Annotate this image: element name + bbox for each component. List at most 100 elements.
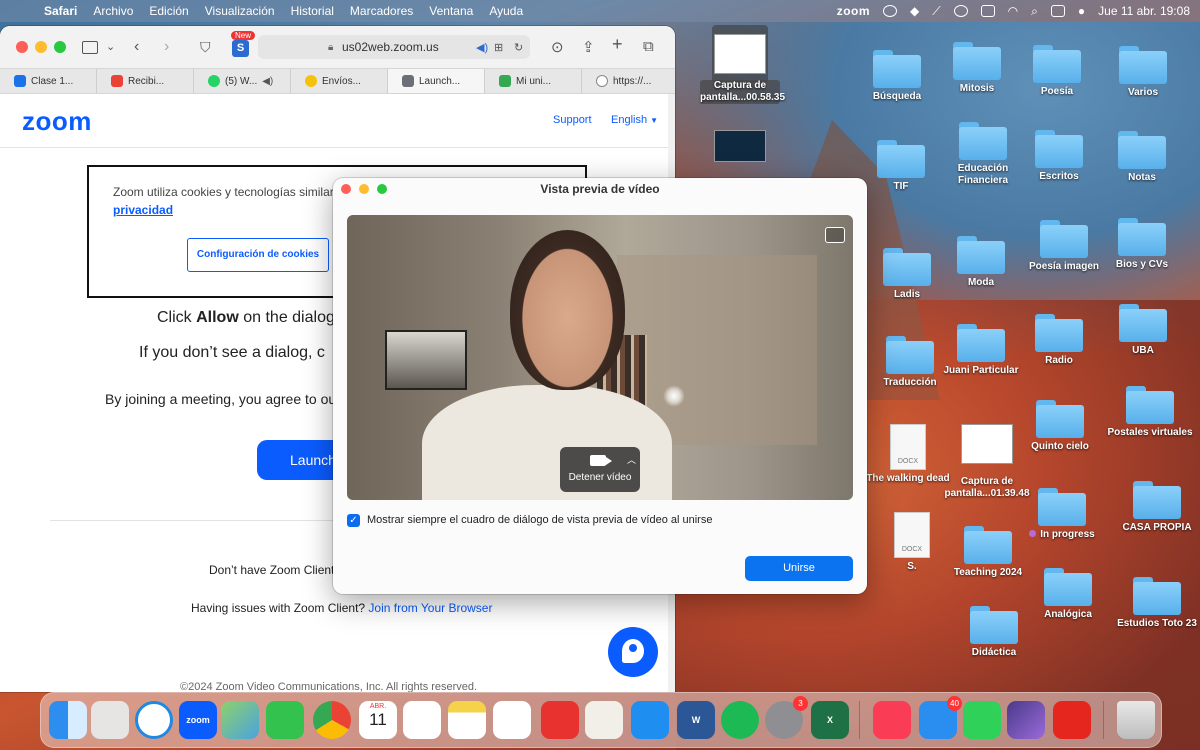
download-icon[interactable]: ⊙	[551, 38, 564, 56]
zoom-menubar-item[interactable]: zoom	[837, 4, 870, 18]
chat-support-button[interactable]	[608, 627, 658, 677]
chrome-icon[interactable]	[313, 701, 351, 739]
address-bar[interactable]: 🔒︎ us02web.zoom.us ◀︎) ⊞ ↻	[258, 35, 530, 59]
share-icon[interactable]: ⇪	[582, 38, 595, 56]
folder-notas[interactable]: Notas	[1087, 131, 1197, 184]
trash-icon[interactable]	[1117, 701, 1155, 739]
issues-text: Having issues with Zoom Client? Join fro…	[191, 601, 493, 615]
folder-varios[interactable]: Varios	[1088, 46, 1198, 99]
extension-s-icon[interactable]: S	[232, 40, 249, 57]
control-center-icon[interactable]	[1050, 5, 1065, 17]
mute-icon[interactable]: ⟋	[932, 4, 940, 19]
folder-bios-cvs[interactable]: Bios y CVs	[1087, 218, 1197, 271]
menu-edicion[interactable]: Edición	[141, 4, 196, 18]
support-link[interactable]: Support	[553, 114, 592, 126]
docx-file-icon: DOCX	[894, 512, 930, 558]
folder-postales-virtuales[interactable]: Postales virtuales	[1095, 386, 1200, 439]
siri-icon[interactable]: ●	[1078, 4, 1085, 18]
folder-didactica[interactable]: Didáctica	[939, 606, 1049, 659]
reminders-icon[interactable]	[403, 701, 441, 739]
finder-icon[interactable]	[49, 701, 87, 739]
zoom-app-icon[interactable]: zoom	[179, 701, 217, 739]
virtual-background-icon[interactable]	[825, 227, 845, 243]
zoom-logo[interactable]: zoom	[22, 106, 92, 137]
search-icon[interactable]: ⌕	[1031, 4, 1038, 19]
freeform-icon[interactable]	[493, 701, 531, 739]
caret-down-icon: ▼	[650, 116, 659, 125]
audio-playing-icon[interactable]: ◀︎)	[476, 41, 488, 54]
menu-ventana[interactable]: Ventana	[421, 4, 481, 18]
menu-historial[interactable]: Historial	[283, 4, 342, 18]
drive-favicon-icon	[499, 75, 511, 87]
facetime-icon[interactable]	[266, 701, 304, 739]
tab-overview-icon[interactable]: ⧉	[643, 38, 654, 55]
excel-icon[interactable]: X	[811, 701, 849, 739]
tab-mi-unidad[interactable]: Mi uni...	[485, 69, 582, 93]
chevron-up-icon[interactable]: ︿	[627, 453, 636, 466]
tab-launch[interactable]: Launch...	[388, 69, 485, 93]
video-camera-icon	[590, 455, 612, 466]
privacy-link[interactable]: privacidad	[113, 203, 173, 217]
chevron-down-icon[interactable]: ⌄	[106, 40, 115, 53]
join-button[interactable]: Unirse	[745, 556, 853, 581]
photo-booth-icon[interactable]	[541, 701, 579, 739]
shortcut-app-icon[interactable]	[1007, 701, 1045, 739]
desktop-screenshot-dark[interactable]	[685, 130, 795, 162]
minimize-window-button[interactable]	[35, 41, 47, 53]
folder-icon	[953, 42, 1001, 80]
camera-person-head	[510, 230, 625, 390]
safari-compass-icon[interactable]	[135, 701, 173, 739]
cookie-settings-button[interactable]: Configuración de cookies	[187, 238, 329, 272]
folder-estudios-toto-23[interactable]: Estudios Toto 23	[1102, 577, 1200, 630]
calendar-icon[interactable]: ABR. 11	[359, 701, 397, 739]
pages-icon[interactable]	[585, 701, 623, 739]
join-from-browser-link[interactable]: Join from Your Browser	[368, 601, 492, 615]
messages-icon[interactable]	[963, 701, 1001, 739]
shield-icon[interactable]: ⛉	[200, 39, 211, 56]
spotify-icon[interactable]	[721, 701, 759, 739]
close-window-button[interactable]	[16, 41, 28, 53]
launchpad-icon[interactable]	[91, 701, 129, 739]
system-settings-icon[interactable]: 3	[765, 696, 808, 739]
forward-arrow-icon[interactable]: ›	[164, 38, 169, 56]
speaker-icon[interactable]: ◀︎)	[262, 76, 273, 87]
desktop-screenshot-1[interactable]: Captura de pantalla...00.58.35	[685, 34, 795, 104]
menubar-clock[interactable]: Jue 11 abr. 19:08	[1098, 4, 1190, 18]
record-status-icon[interactable]	[883, 5, 898, 17]
tab-https[interactable]: https://...	[582, 69, 675, 93]
wifi-icon[interactable]: ◠	[1008, 4, 1018, 18]
music-icon[interactable]	[873, 701, 911, 739]
sidebar-toggle-icon[interactable]	[82, 41, 98, 54]
battery-icon[interactable]	[980, 5, 995, 17]
tab-whatsapp[interactable]: (5) W... ◀︎)	[194, 69, 291, 93]
play-icon[interactable]	[953, 5, 968, 17]
menu-visualizacion[interactable]: Visualización	[197, 4, 283, 18]
fullscreen-window-button[interactable]	[54, 41, 66, 53]
language-selector[interactable]: English ▼	[611, 114, 658, 126]
tab-envios[interactable]: Envíos...	[291, 69, 388, 93]
notes-icon[interactable]	[448, 701, 486, 739]
translate-icon[interactable]: ⊞	[494, 41, 503, 54]
word-icon[interactable]: W	[677, 701, 715, 739]
maps-icon[interactable]	[221, 701, 259, 739]
adblock-icon[interactable]	[1053, 701, 1091, 739]
diamond-app-icon[interactable]: ◆	[910, 4, 919, 18]
folder-icon	[1118, 218, 1166, 256]
always-show-checkbox[interactable]: ✓	[347, 514, 360, 527]
tab-clase[interactable]: Clase 1...	[0, 69, 97, 93]
new-tab-icon[interactable]: +	[612, 34, 623, 55]
menu-marcadores[interactable]: Marcadores	[342, 4, 421, 18]
menu-ayuda[interactable]: Ayuda	[481, 4, 531, 18]
back-arrow-icon[interactable]: ‹	[134, 38, 139, 56]
folder-uba[interactable]: UBA	[1088, 304, 1198, 357]
menu-app-name[interactable]: Safari	[36, 4, 85, 18]
reload-icon[interactable]: ↻	[514, 41, 523, 54]
stop-video-button[interactable]: ︿ Detener vídeo	[560, 447, 640, 492]
app-store-icon[interactable]	[631, 701, 669, 739]
mail-icon[interactable]: 40	[919, 696, 962, 739]
menu-archivo[interactable]: Archivo	[85, 4, 141, 18]
folder-casa-propia[interactable]: CASA PROPIA	[1102, 481, 1200, 534]
tab-recibi[interactable]: Recibi...	[97, 69, 194, 93]
folder-icon	[959, 122, 1007, 160]
zoom-favicon-icon	[402, 75, 414, 87]
